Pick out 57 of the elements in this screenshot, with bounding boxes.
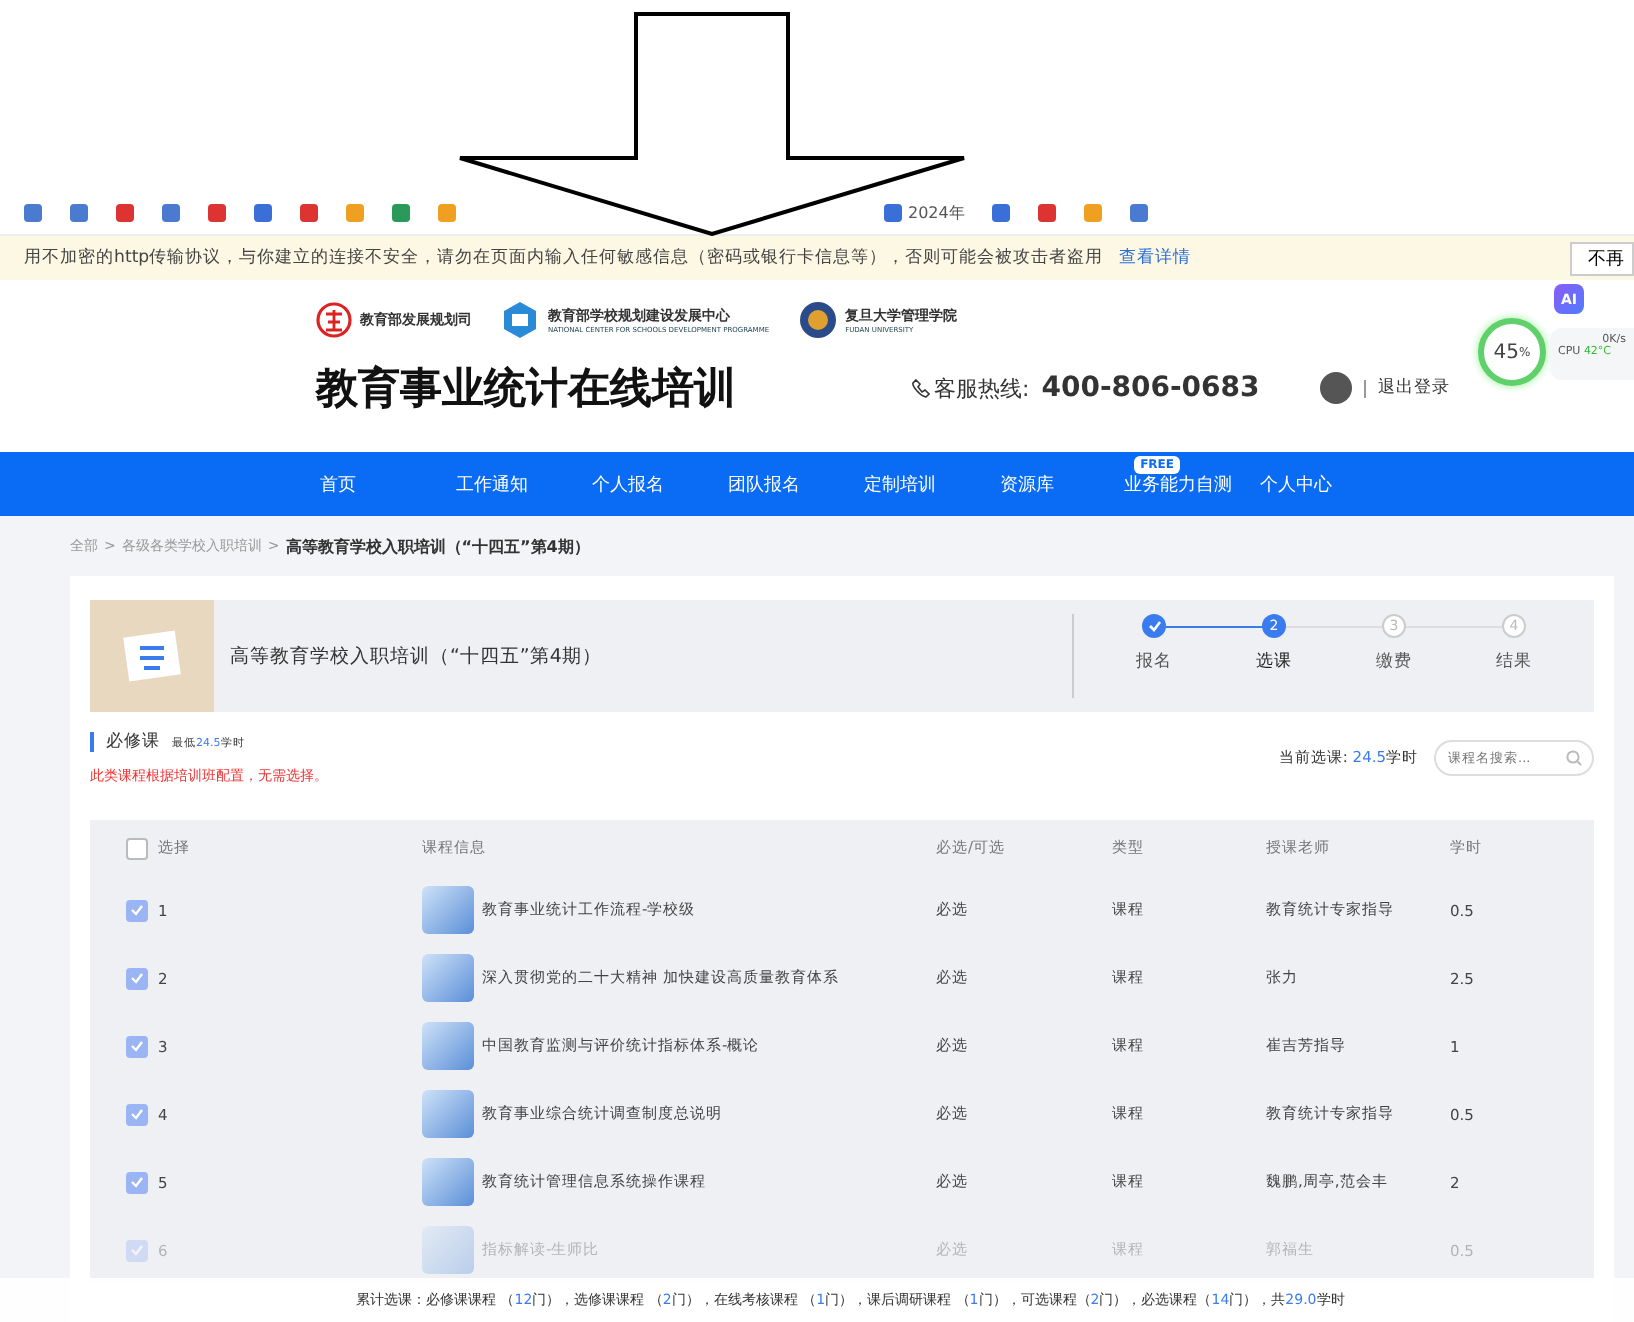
bookmark-icon[interactable]	[24, 203, 42, 221]
details-link[interactable]: 查看详情	[1119, 246, 1192, 270]
course-cover-image	[90, 600, 214, 712]
site-title: 教育事业统计在线培训	[316, 362, 738, 416]
step-label: 结果	[1496, 650, 1532, 674]
bookmark-icon[interactable]	[1130, 203, 1149, 221]
logout-link[interactable]: 退出登录	[1377, 376, 1450, 400]
nav-link[interactable]: 业务能力自测	[1124, 475, 1232, 495]
row-checkbox[interactable]	[126, 1171, 148, 1193]
bookmark-icon[interactable]	[162, 203, 180, 221]
nav-link[interactable]: 首页	[320, 475, 356, 495]
bookmark-link[interactable]: 2024年	[908, 201, 965, 223]
security-warning-text: 用不加密的http传输协议，与你建立的连接不安全，请勿在页面内输入任何敏感信息（密码或银行卡信息等），否则可能会被攻击者盗用	[24, 246, 1104, 270]
dismiss-button[interactable]: 不再	[1570, 242, 1634, 276]
hotline-label: 客服热线:	[934, 373, 1030, 403]
nav-link[interactable]: 资源库	[1000, 475, 1054, 495]
bookmark-icon[interactable]	[300, 203, 318, 221]
course-thumbnail	[422, 1226, 474, 1274]
course-thumbnail	[422, 1090, 474, 1138]
nav-link[interactable]: 团队报名	[728, 475, 800, 495]
course-title: 高等教育学校入职培训（“十四五”第4期）	[230, 643, 604, 669]
search-icon	[1566, 750, 1582, 766]
step-label: 缴费	[1376, 650, 1412, 674]
step-label: 报名	[1136, 650, 1172, 674]
bookmark-icon[interactable]	[884, 203, 902, 221]
bookmark-icon[interactable]	[346, 203, 364, 221]
bookmark-icon[interactable]	[392, 203, 410, 221]
phone-icon	[912, 378, 930, 398]
step-label: 选课	[1256, 650, 1292, 674]
bookmark-icon[interactable]	[208, 203, 226, 221]
breadcrumb-current: 高等教育学校入职培训（“十四五”第4期）	[285, 535, 590, 557]
bookmark-icon[interactable]	[70, 203, 88, 221]
course-thumbnail	[422, 954, 474, 1002]
nav-link[interactable]: 定制培训	[864, 475, 936, 495]
row-checkbox[interactable]	[126, 967, 148, 989]
section-title: 必修课	[106, 730, 160, 754]
round-emblem-icon	[797, 300, 838, 340]
select-all-checkbox[interactable]	[126, 837, 148, 859]
nav-link[interactable]: 个人报名	[592, 475, 664, 495]
nav-link[interactable]: 个人中心	[1260, 475, 1332, 495]
bookmark-icon[interactable]	[116, 203, 134, 221]
course-thumbnail	[422, 1158, 474, 1206]
hexagon-logo-icon	[500, 300, 540, 340]
nav-link[interactable]: 工作通知	[456, 475, 528, 495]
row-checkbox[interactable]	[126, 1035, 148, 1057]
course-thumbnail	[422, 886, 474, 934]
avatar-icon[interactable]	[1319, 372, 1352, 404]
bookmark-icon[interactable]	[992, 203, 1011, 221]
bookmark-icon[interactable]	[1084, 203, 1103, 221]
bookmark-icon[interactable]	[254, 203, 272, 221]
bookmark-icon[interactable]	[1038, 203, 1057, 221]
hotline-number: 400-806-0683	[1041, 372, 1260, 404]
row-checkbox[interactable]	[126, 1103, 148, 1125]
course-thumbnail	[422, 1022, 474, 1070]
row-checkbox[interactable]	[126, 899, 148, 921]
seal-logo-icon	[316, 302, 352, 338]
bookmark-icon[interactable]	[438, 203, 456, 221]
